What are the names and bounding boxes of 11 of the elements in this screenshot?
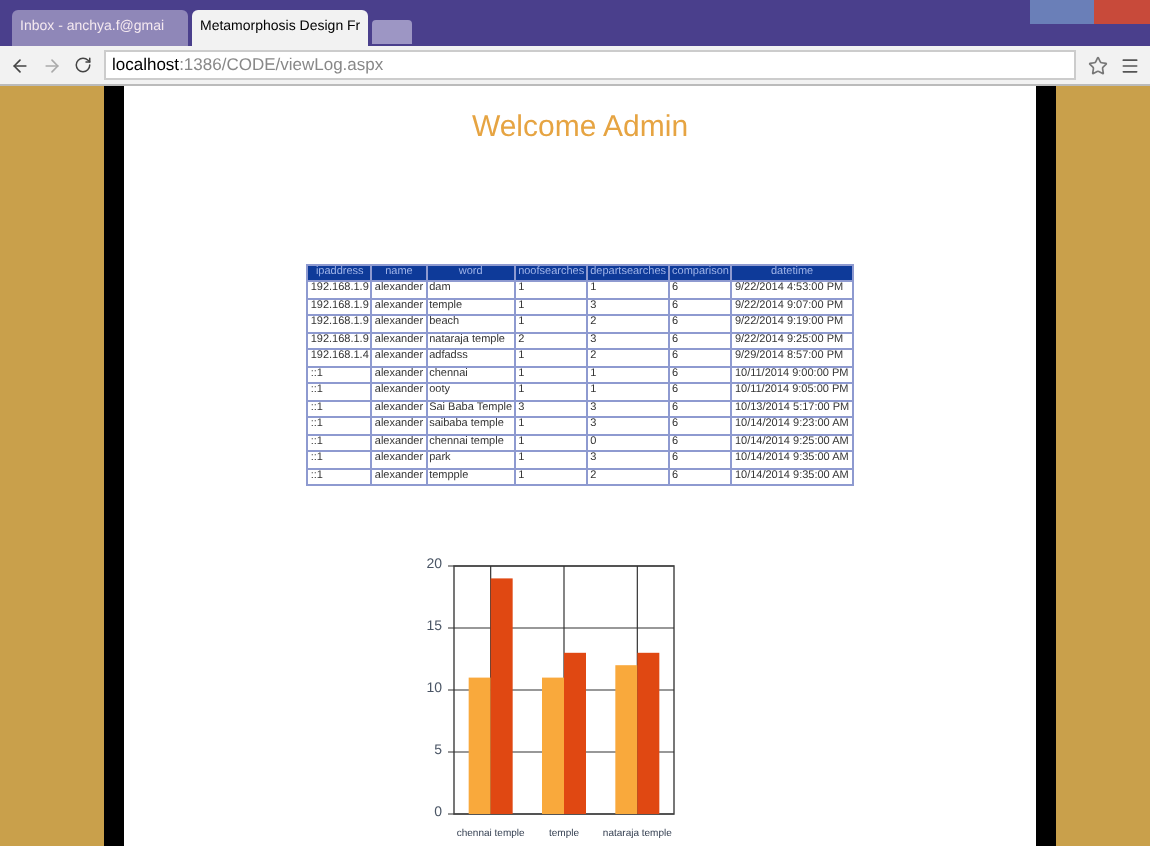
address-host: localhost bbox=[112, 52, 180, 79]
star-icon[interactable] bbox=[1088, 55, 1108, 76]
bar bbox=[542, 677, 564, 814]
address-bar[interactable]: localhost:1386/CODE/viewLog.aspx bbox=[104, 50, 1076, 81]
page-heading: Welcome Admin bbox=[471, 108, 689, 148]
back-icon[interactable] bbox=[10, 55, 30, 76]
new-tab-button[interactable] bbox=[372, 20, 412, 45]
forward-icon[interactable] bbox=[42, 55, 62, 76]
reload-icon[interactable] bbox=[74, 56, 92, 75]
address-path: :1386/CODE/viewLog.aspx bbox=[179, 52, 384, 79]
menu-icon[interactable] bbox=[1120, 55, 1140, 76]
